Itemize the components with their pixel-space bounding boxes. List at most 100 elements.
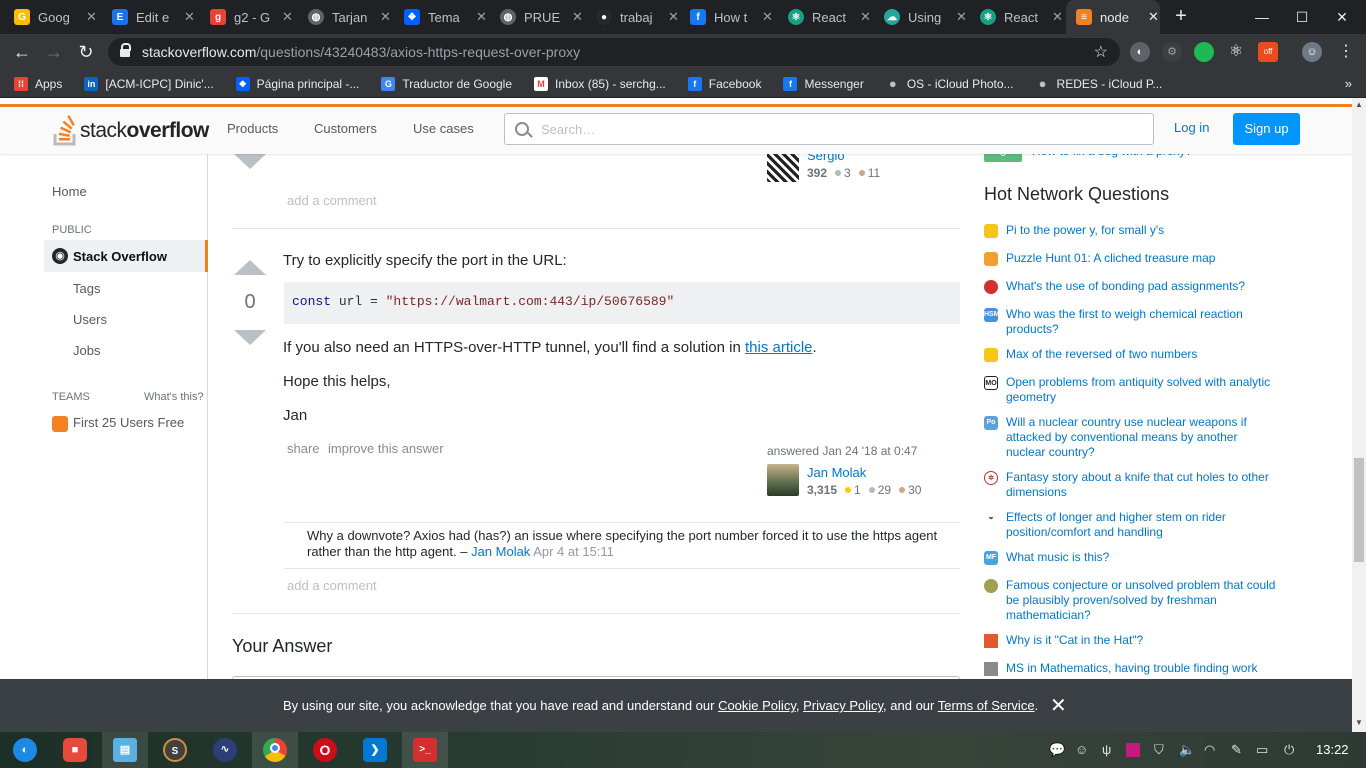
browser-tab[interactable]: E Edit e ✕: [112, 0, 202, 34]
nav-customers[interactable]: Customers: [314, 121, 377, 136]
nav-use-cases[interactable]: Use cases: [413, 121, 474, 136]
sidebar-item-label[interactable]: Stack Overflow: [73, 249, 167, 264]
hnq-item[interactable]: MF What music is this?: [984, 550, 1284, 565]
add-comment-link[interactable]: add a comment: [287, 578, 377, 593]
stackoverflow-logo[interactable]: stackoverflow: [52, 115, 209, 147]
bookmark-item[interactable]: in [ACM-ICPC] Dinic'...: [84, 76, 214, 91]
files-icon[interactable]: ▤: [113, 738, 137, 762]
bookmark-item[interactable]: M Inbox (85) - serchg...: [534, 76, 666, 91]
downvote-icon[interactable]: [234, 330, 266, 345]
bookmarks-overflow-icon[interactable]: »: [1345, 76, 1352, 91]
maximize-icon[interactable]: ☐: [1282, 0, 1322, 34]
launcher-icon[interactable]: ◐: [13, 738, 37, 762]
new-tab-button[interactable]: +: [1170, 6, 1192, 28]
hnq-item[interactable]: Pi to the power y, for small y's: [984, 223, 1284, 238]
sidebar-item-users[interactable]: Users: [73, 312, 107, 327]
bookmark-item[interactable]: G Traductor de Google: [381, 76, 512, 91]
extension-icon[interactable]: off: [1258, 42, 1278, 62]
sidebar-item-tags[interactable]: Tags: [73, 281, 100, 296]
bookmark-item[interactable]: f Facebook: [687, 76, 761, 91]
minimize-icon[interactable]: —: [1242, 0, 1282, 34]
forward-icon[interactable]: →: [42, 40, 66, 64]
avatar[interactable]: [767, 464, 799, 496]
system-monitor-icon[interactable]: ∿: [213, 738, 237, 762]
tab-close-icon[interactable]: ✕: [1148, 9, 1159, 25]
opera-icon[interactable]: O: [313, 738, 337, 762]
sidebar-item-jobs[interactable]: Jobs: [73, 343, 100, 358]
user-link[interactable]: Jan Molak: [807, 465, 866, 480]
profile-avatar[interactable]: ☺: [1302, 42, 1322, 62]
browser-tab[interactable]: ☁ Using ✕: [884, 0, 974, 34]
tab-close-icon[interactable]: ✕: [956, 9, 967, 25]
tab-close-icon[interactable]: ✕: [282, 9, 293, 25]
chat-icon[interactable]: 💬: [1049, 742, 1065, 758]
login-link[interactable]: Log in: [1174, 120, 1209, 135]
extension-icon[interactable]: [1194, 42, 1214, 62]
whats-this-link[interactable]: What's this?: [144, 391, 204, 403]
page-scrollbar[interactable]: ▲ ▼: [1352, 98, 1366, 732]
bookmark-apps[interactable]: ⁞⁞ Apps: [14, 76, 62, 91]
browser-tab[interactable]: g g2 - G ✕: [210, 0, 300, 34]
hnq-item[interactable]: MO Open problems from antiquity solved wi…: [984, 375, 1284, 405]
hnq-item[interactable]: Po Will a nuclear country use nuclear wea…: [984, 415, 1284, 460]
tab-close-icon[interactable]: ✕: [476, 9, 487, 25]
downvote-icon[interactable]: [234, 154, 266, 169]
extension-icon[interactable]: ⚙: [1162, 42, 1182, 62]
hnq-item[interactable]: Famous conjecture or unsolved problem th…: [984, 578, 1284, 623]
cookie-policy-link[interactable]: Cookie Policy: [718, 698, 796, 713]
volume-icon[interactable]: 🔈: [1179, 742, 1195, 758]
browser-tab[interactable]: ◍ Tarjan ✕: [308, 0, 398, 34]
hnq-item[interactable]: Max of the reversed of two numbers: [984, 347, 1284, 362]
bookmark-item[interactable]: f Messenger: [783, 76, 864, 91]
upvote-icon[interactable]: [234, 260, 266, 275]
scrollbar-thumb[interactable]: [1354, 458, 1364, 562]
terminal-icon[interactable]: >_: [413, 738, 437, 762]
sublime-icon[interactable]: S: [163, 738, 187, 762]
tab-close-icon[interactable]: ✕: [668, 9, 679, 25]
close-window-icon[interactable]: ✕: [1322, 0, 1362, 34]
tab-close-icon[interactable]: ✕: [860, 9, 871, 25]
react-devtools-icon[interactable]: ⚛: [1226, 42, 1246, 62]
add-comment-link[interactable]: add a comment: [287, 193, 377, 208]
shield-icon[interactable]: ⛉: [1154, 742, 1164, 758]
back-icon[interactable]: ←: [10, 40, 34, 64]
tab-close-icon[interactable]: ✕: [184, 9, 195, 25]
reload-icon[interactable]: ↻: [74, 40, 98, 64]
scroll-up-icon[interactable]: ▲: [1355, 100, 1363, 109]
tab-close-icon[interactable]: ✕: [380, 9, 391, 25]
tab-close-icon[interactable]: ✕: [572, 9, 583, 25]
hnq-item[interactable]: HSM Who was the first to weigh chemical r…: [984, 307, 1284, 337]
sidebar-item-home[interactable]: Home: [52, 184, 87, 199]
search-input[interactable]: Search…: [504, 113, 1154, 145]
tab-close-icon[interactable]: ✕: [762, 9, 773, 25]
comment-user-link[interactable]: Jan Molak: [471, 544, 530, 559]
browser-tab-active[interactable]: ≡ node ✕: [1066, 0, 1160, 34]
browser-tab[interactable]: f How t ✕: [690, 0, 780, 34]
browser-tab[interactable]: ❖ Tema ✕: [404, 0, 494, 34]
nav-products[interactable]: Products: [227, 121, 278, 136]
hnq-item[interactable]: MS in Mathematics, having trouble findin…: [984, 661, 1284, 676]
bookmark-item[interactable]: ● OS - iCloud Photo...: [886, 76, 1014, 91]
hnq-item[interactable]: ✲ Fantasy story about a knife that cut ho…: [984, 470, 1284, 500]
extension-icon[interactable]: ◐: [1130, 42, 1150, 62]
usb-icon[interactable]: ψ: [1102, 742, 1111, 757]
sidebar-item-first-users[interactable]: First 25 Users Free: [73, 415, 184, 430]
privacy-policy-link[interactable]: Privacy Policy: [803, 698, 883, 713]
browser-tab[interactable]: ⚛ React ✕: [980, 0, 1070, 34]
browser-tab[interactable]: ⚛ React ✕: [788, 0, 878, 34]
discord-icon[interactable]: ☺: [1075, 742, 1088, 757]
scroll-down-icon[interactable]: ▼: [1355, 718, 1363, 727]
hnq-item[interactable]: ◒ Effects of longer and higher stem on ri…: [984, 510, 1284, 540]
article-link[interactable]: this article: [745, 339, 813, 356]
hnq-item[interactable]: Puzzle Hunt 01: A cliched treasure map: [984, 251, 1284, 266]
terms-of-service-link[interactable]: Terms of Service: [938, 698, 1035, 713]
bookmark-item[interactable]: ❖ Página principal -...: [235, 76, 359, 91]
close-icon[interactable]: ✕: [1050, 693, 1067, 718]
app-tray-icon[interactable]: [1126, 743, 1140, 757]
improve-answer-link[interactable]: improve this answer: [328, 441, 444, 456]
signup-button[interactable]: Sign up: [1233, 113, 1300, 145]
pen-icon[interactable]: ✎: [1231, 742, 1242, 758]
hnq-item[interactable]: Why is it "Cat in the Hat"?: [984, 633, 1284, 648]
tab-close-icon[interactable]: ✕: [86, 9, 97, 25]
screenshot-app-icon[interactable]: ■: [63, 738, 87, 762]
